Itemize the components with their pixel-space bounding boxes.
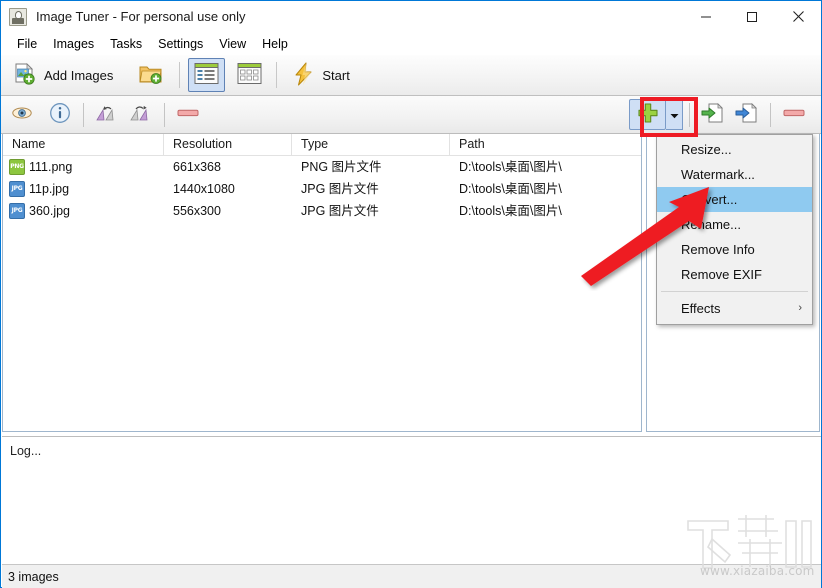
start-button[interactable]: Start xyxy=(285,58,357,92)
remove-image-button[interactable] xyxy=(171,100,205,130)
add-images-label: Add Images xyxy=(44,67,114,83)
cell-name: JPG 11p.jpg xyxy=(3,178,164,200)
cell-type: JPG 图片文件 xyxy=(301,204,379,218)
window-controls xyxy=(683,1,821,32)
menu-help[interactable]: Help xyxy=(254,34,296,54)
file-name: 111.png xyxy=(29,160,73,174)
toolbar-separator-2 xyxy=(276,62,278,88)
eye-icon xyxy=(11,105,33,124)
table-row[interactable]: JPG 11p.jpg 1440x1080 JPG 图片文件 D:\tools\… xyxy=(3,178,641,200)
task-down-icon xyxy=(701,102,725,127)
cell-type: JPG 图片文件 xyxy=(301,182,379,196)
column-header-name[interactable]: Name xyxy=(3,133,164,156)
menu-item-effects-label: Effects xyxy=(681,301,721,316)
add-images-button[interactable]: Add Images xyxy=(5,58,121,92)
cell-path: D:\tools\桌面\图片\ xyxy=(459,204,562,218)
cell-type: PNG 图片文件 xyxy=(301,160,382,174)
cell-resolution: 556x300 xyxy=(173,204,221,218)
app-icon xyxy=(9,7,27,26)
secondary-toolbar xyxy=(1,96,821,134)
app-window: Image Tuner - For personal use only File… xyxy=(0,0,822,588)
cell-path: D:\tools\桌面\图片\ xyxy=(459,182,562,196)
title-bar: Image Tuner - For personal use only xyxy=(1,1,821,32)
task-up-icon xyxy=(735,102,759,127)
column-header-path[interactable]: Path xyxy=(450,134,640,156)
column-header-resolution[interactable]: Resolution xyxy=(164,133,292,156)
toolbar2-separator-4 xyxy=(770,102,771,127)
menu-item-remove-exif[interactable]: Remove EXIF xyxy=(657,262,812,287)
rotate-right-icon xyxy=(128,103,154,126)
log-text: Log... xyxy=(10,444,42,458)
cell-resolution: 661x368 xyxy=(173,160,221,174)
remove-icon xyxy=(177,107,199,122)
thumbnail-view-icon xyxy=(237,62,262,88)
menu-tasks[interactable]: Tasks xyxy=(102,34,150,54)
file-list-header: Name Resolution Type Path xyxy=(3,133,641,156)
start-label: Start xyxy=(322,67,350,83)
file-name: 360.jpg xyxy=(29,204,71,218)
log-panel[interactable]: Log... xyxy=(2,436,821,553)
main-toolbar: Add Images Start xyxy=(1,55,821,96)
rotate-left-icon xyxy=(94,103,120,126)
column-header-type[interactable]: Type xyxy=(292,133,450,156)
menu-view[interactable]: View xyxy=(211,34,254,54)
status-bar: 3 images xyxy=(2,564,821,588)
window-title: Image Tuner - For personal use only xyxy=(36,9,246,24)
cell-name: PNG 111.png xyxy=(3,156,164,178)
list-view-icon xyxy=(194,62,219,88)
close-button[interactable] xyxy=(775,1,821,32)
delete-task-icon xyxy=(783,107,805,122)
thumbnail-view-button[interactable] xyxy=(231,58,268,92)
menu-settings[interactable]: Settings xyxy=(150,34,211,54)
submenu-chevron-icon: › xyxy=(798,302,802,314)
lightning-icon xyxy=(293,62,315,89)
minimize-button[interactable] xyxy=(683,1,729,32)
table-row[interactable]: JPG 360.jpg 556x300 JPG 图片文件 D:\tools\桌面… xyxy=(3,200,641,222)
info-icon xyxy=(49,102,71,127)
status-text: 3 images xyxy=(8,569,59,584)
add-folder-button[interactable] xyxy=(131,58,171,92)
menu-item-remove-info[interactable]: Remove Info xyxy=(657,237,812,262)
toolbar2-separator-1 xyxy=(83,102,84,127)
add-folder-icon xyxy=(139,63,163,88)
menu-file[interactable]: File xyxy=(9,34,45,54)
task-move-up-button[interactable] xyxy=(730,100,764,130)
table-row[interactable]: PNG 111.png 661x368 PNG 图片文件 D:\tools\桌面… xyxy=(3,156,641,178)
info-button[interactable] xyxy=(43,100,77,130)
cell-resolution: 1440x1080 xyxy=(173,182,235,196)
png-file-icon: PNG xyxy=(9,159,25,175)
file-name: 11p.jpg xyxy=(29,182,70,196)
watermark-url: www.xiazaiba.com xyxy=(700,564,815,578)
menu-item-resize[interactable]: Resize... xyxy=(657,137,812,162)
menu-bar: File Images Tasks Settings View Help xyxy=(1,32,821,55)
menu-item-watermark[interactable]: Watermark... xyxy=(657,162,812,187)
cell-path: D:\tools\桌面\图片\ xyxy=(459,160,562,174)
maximize-button[interactable] xyxy=(729,1,775,32)
annotation-highlight-box xyxy=(640,97,698,137)
menu-item-effects[interactable]: Effects › xyxy=(657,296,812,321)
toolbar2-separator-2 xyxy=(164,102,165,127)
file-list-panel: Name Resolution Type Path PNG 111.png 66… xyxy=(2,133,642,432)
jpg-file-icon: JPG xyxy=(9,203,25,219)
menu-separator xyxy=(661,291,808,292)
delete-task-button[interactable] xyxy=(777,100,811,130)
preview-button[interactable] xyxy=(5,100,39,130)
toolbar-separator-1 xyxy=(179,62,181,88)
task-dropdown-menu: Resize... Watermark... Convert... Rename… xyxy=(656,134,813,325)
rotate-right-button[interactable] xyxy=(124,100,158,130)
task-move-down-button[interactable] xyxy=(696,100,730,130)
jpg-file-icon: JPG xyxy=(9,181,25,197)
add-image-icon xyxy=(13,62,37,89)
menu-item-rename[interactable]: Rename... xyxy=(657,212,812,237)
cell-name: JPG 360.jpg xyxy=(3,200,164,222)
list-view-button[interactable] xyxy=(188,58,226,92)
rotate-left-button[interactable] xyxy=(90,100,124,130)
menu-images[interactable]: Images xyxy=(45,34,102,54)
menu-item-convert[interactable]: Convert... xyxy=(657,187,812,212)
